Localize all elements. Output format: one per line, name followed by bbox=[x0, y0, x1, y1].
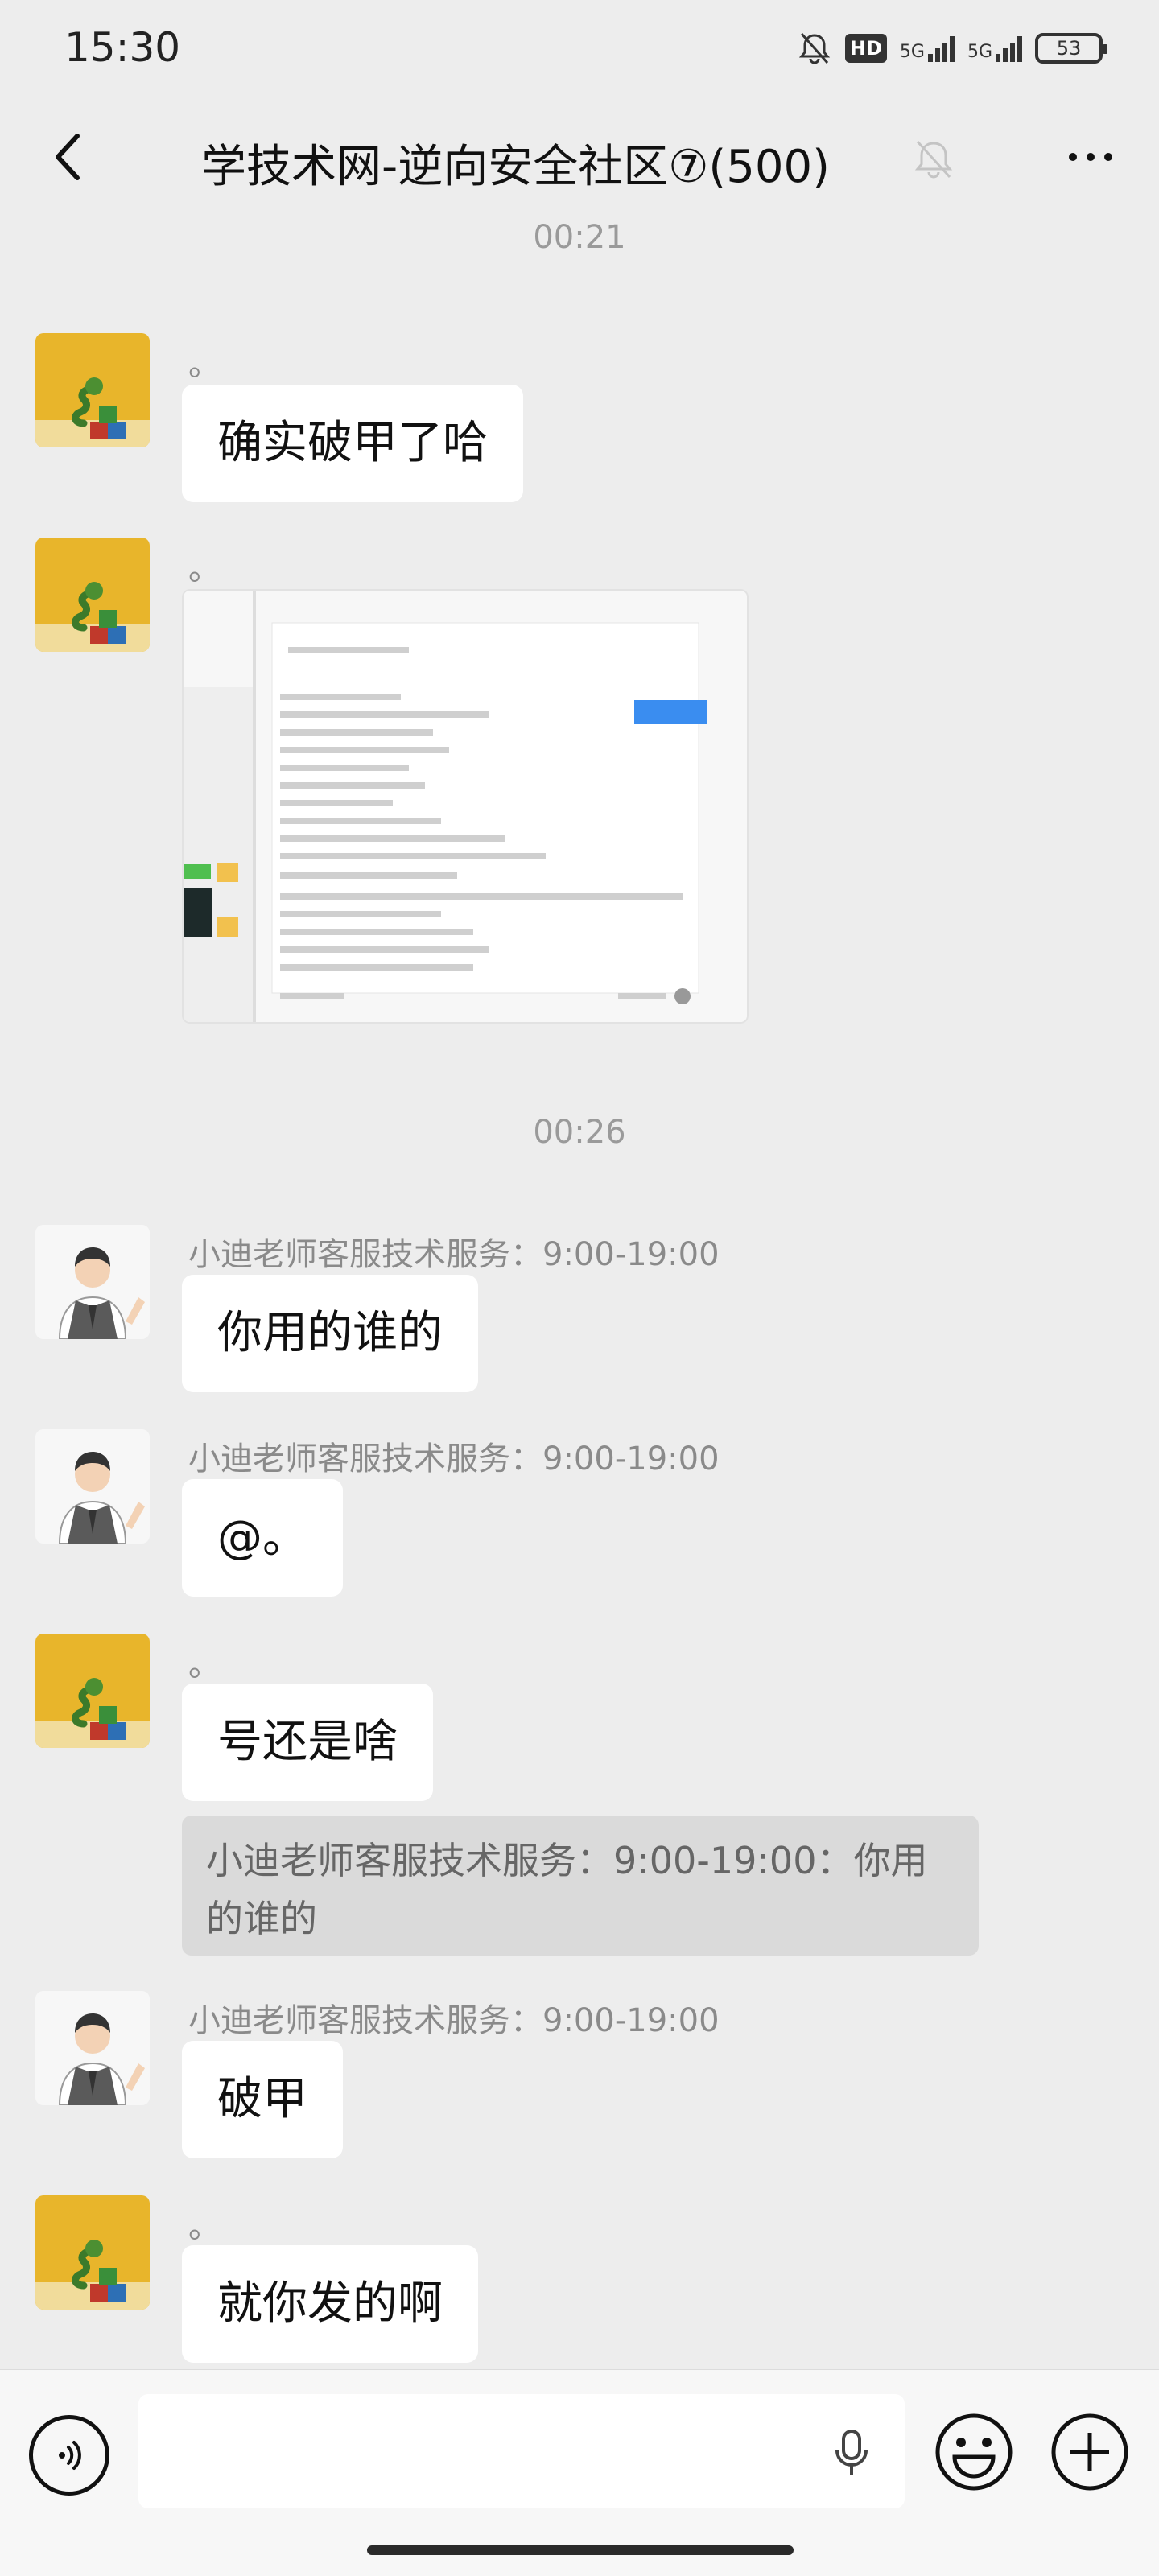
hd-badge: HD bbox=[844, 34, 887, 63]
avatar[interactable] bbox=[35, 1225, 150, 1339]
dot-icon bbox=[1087, 153, 1095, 161]
add-button[interactable] bbox=[1050, 2412, 1130, 2492]
snake-avatar-icon bbox=[35, 377, 150, 447]
battery-level: 53 bbox=[1056, 37, 1082, 60]
sender-name: 。 bbox=[188, 346, 221, 383]
sender-name: 。 bbox=[188, 550, 221, 587]
time-divider: 00:26 bbox=[533, 1114, 626, 1151]
emoji-button[interactable] bbox=[934, 2412, 1014, 2492]
avatar[interactable] bbox=[35, 333, 150, 447]
message-bubble[interactable]: 就你发的啊 bbox=[182, 2245, 478, 2363]
input-bar bbox=[0, 2369, 1159, 2576]
avatar[interactable] bbox=[35, 1634, 150, 1748]
snake-avatar-icon bbox=[35, 2240, 150, 2310]
avatar[interactable] bbox=[35, 1429, 150, 1544]
avatar[interactable] bbox=[35, 538, 150, 652]
snake-avatar-icon bbox=[35, 582, 150, 652]
status-bar: 15:30 HD 5G 5G 53 bbox=[0, 0, 1159, 97]
battery-icon: 53 bbox=[1035, 33, 1107, 64]
mute-bell-icon bbox=[798, 33, 831, 64]
more-options-button[interactable] bbox=[1054, 133, 1127, 181]
sender-name: 。 bbox=[188, 2208, 221, 2245]
sender-name: 。 bbox=[188, 1647, 221, 1684]
status-icons: HD 5G 5G 53 bbox=[797, 24, 1107, 72]
network-type-2: 5G bbox=[967, 42, 992, 62]
message-input[interactable] bbox=[138, 2394, 905, 2508]
voice-icon bbox=[59, 2441, 81, 2470]
message-bubble[interactable]: @。 bbox=[182, 1479, 343, 1597]
image-message[interactable] bbox=[182, 589, 749, 1024]
voice-mode-button[interactable] bbox=[29, 2415, 109, 2496]
signal-icon-1: 5G bbox=[900, 35, 955, 62]
avatar[interactable] bbox=[35, 2195, 150, 2310]
status-time: 15:30 bbox=[64, 24, 181, 71]
message-bubble[interactable]: 破甲 bbox=[182, 2041, 343, 2158]
man-avatar-icon bbox=[35, 1225, 150, 1339]
man-avatar-icon bbox=[35, 1991, 150, 2105]
sender-name: 小迪老师客服技术服务：9:00-19:00 bbox=[188, 2002, 720, 2039]
dot-icon bbox=[1104, 153, 1112, 161]
snake-avatar-icon bbox=[35, 1678, 150, 1748]
signal-icon-2: 5G bbox=[967, 35, 1022, 62]
back-button[interactable] bbox=[35, 125, 100, 189]
muted-bell-icon bbox=[914, 140, 953, 179]
microphone-icon[interactable] bbox=[826, 2426, 877, 2478]
time-divider: 00:21 bbox=[533, 219, 626, 256]
message-bubble[interactable]: 号还是啥 bbox=[182, 1684, 433, 1801]
chevron-left-icon bbox=[56, 134, 80, 180]
message-bubble[interactable]: 确实破甲了哈 bbox=[182, 385, 523, 502]
quoted-reply[interactable]: 小迪老师客服技术服务：9:00-19:00：你用的谁的 bbox=[182, 1816, 979, 1956]
chat-header: 学技术网-逆向安全社区⑦(500) bbox=[0, 97, 1159, 217]
avatar[interactable] bbox=[35, 1991, 150, 2105]
sender-name: 小迪老师客服技术服务：9:00-19:00 bbox=[188, 1236, 720, 1273]
sender-name: 小迪老师客服技术服务：9:00-19:00 bbox=[188, 1440, 720, 1478]
home-indicator[interactable] bbox=[367, 2545, 794, 2555]
network-type-1: 5G bbox=[899, 42, 925, 62]
blurred-screenshot-image bbox=[184, 591, 747, 1022]
dot-icon bbox=[1069, 153, 1077, 161]
message-bubble[interactable]: 你用的谁的 bbox=[182, 1275, 478, 1392]
chat-title: 学技术网-逆向安全社区⑦(500) bbox=[201, 141, 830, 193]
man-avatar-icon bbox=[35, 1429, 150, 1544]
